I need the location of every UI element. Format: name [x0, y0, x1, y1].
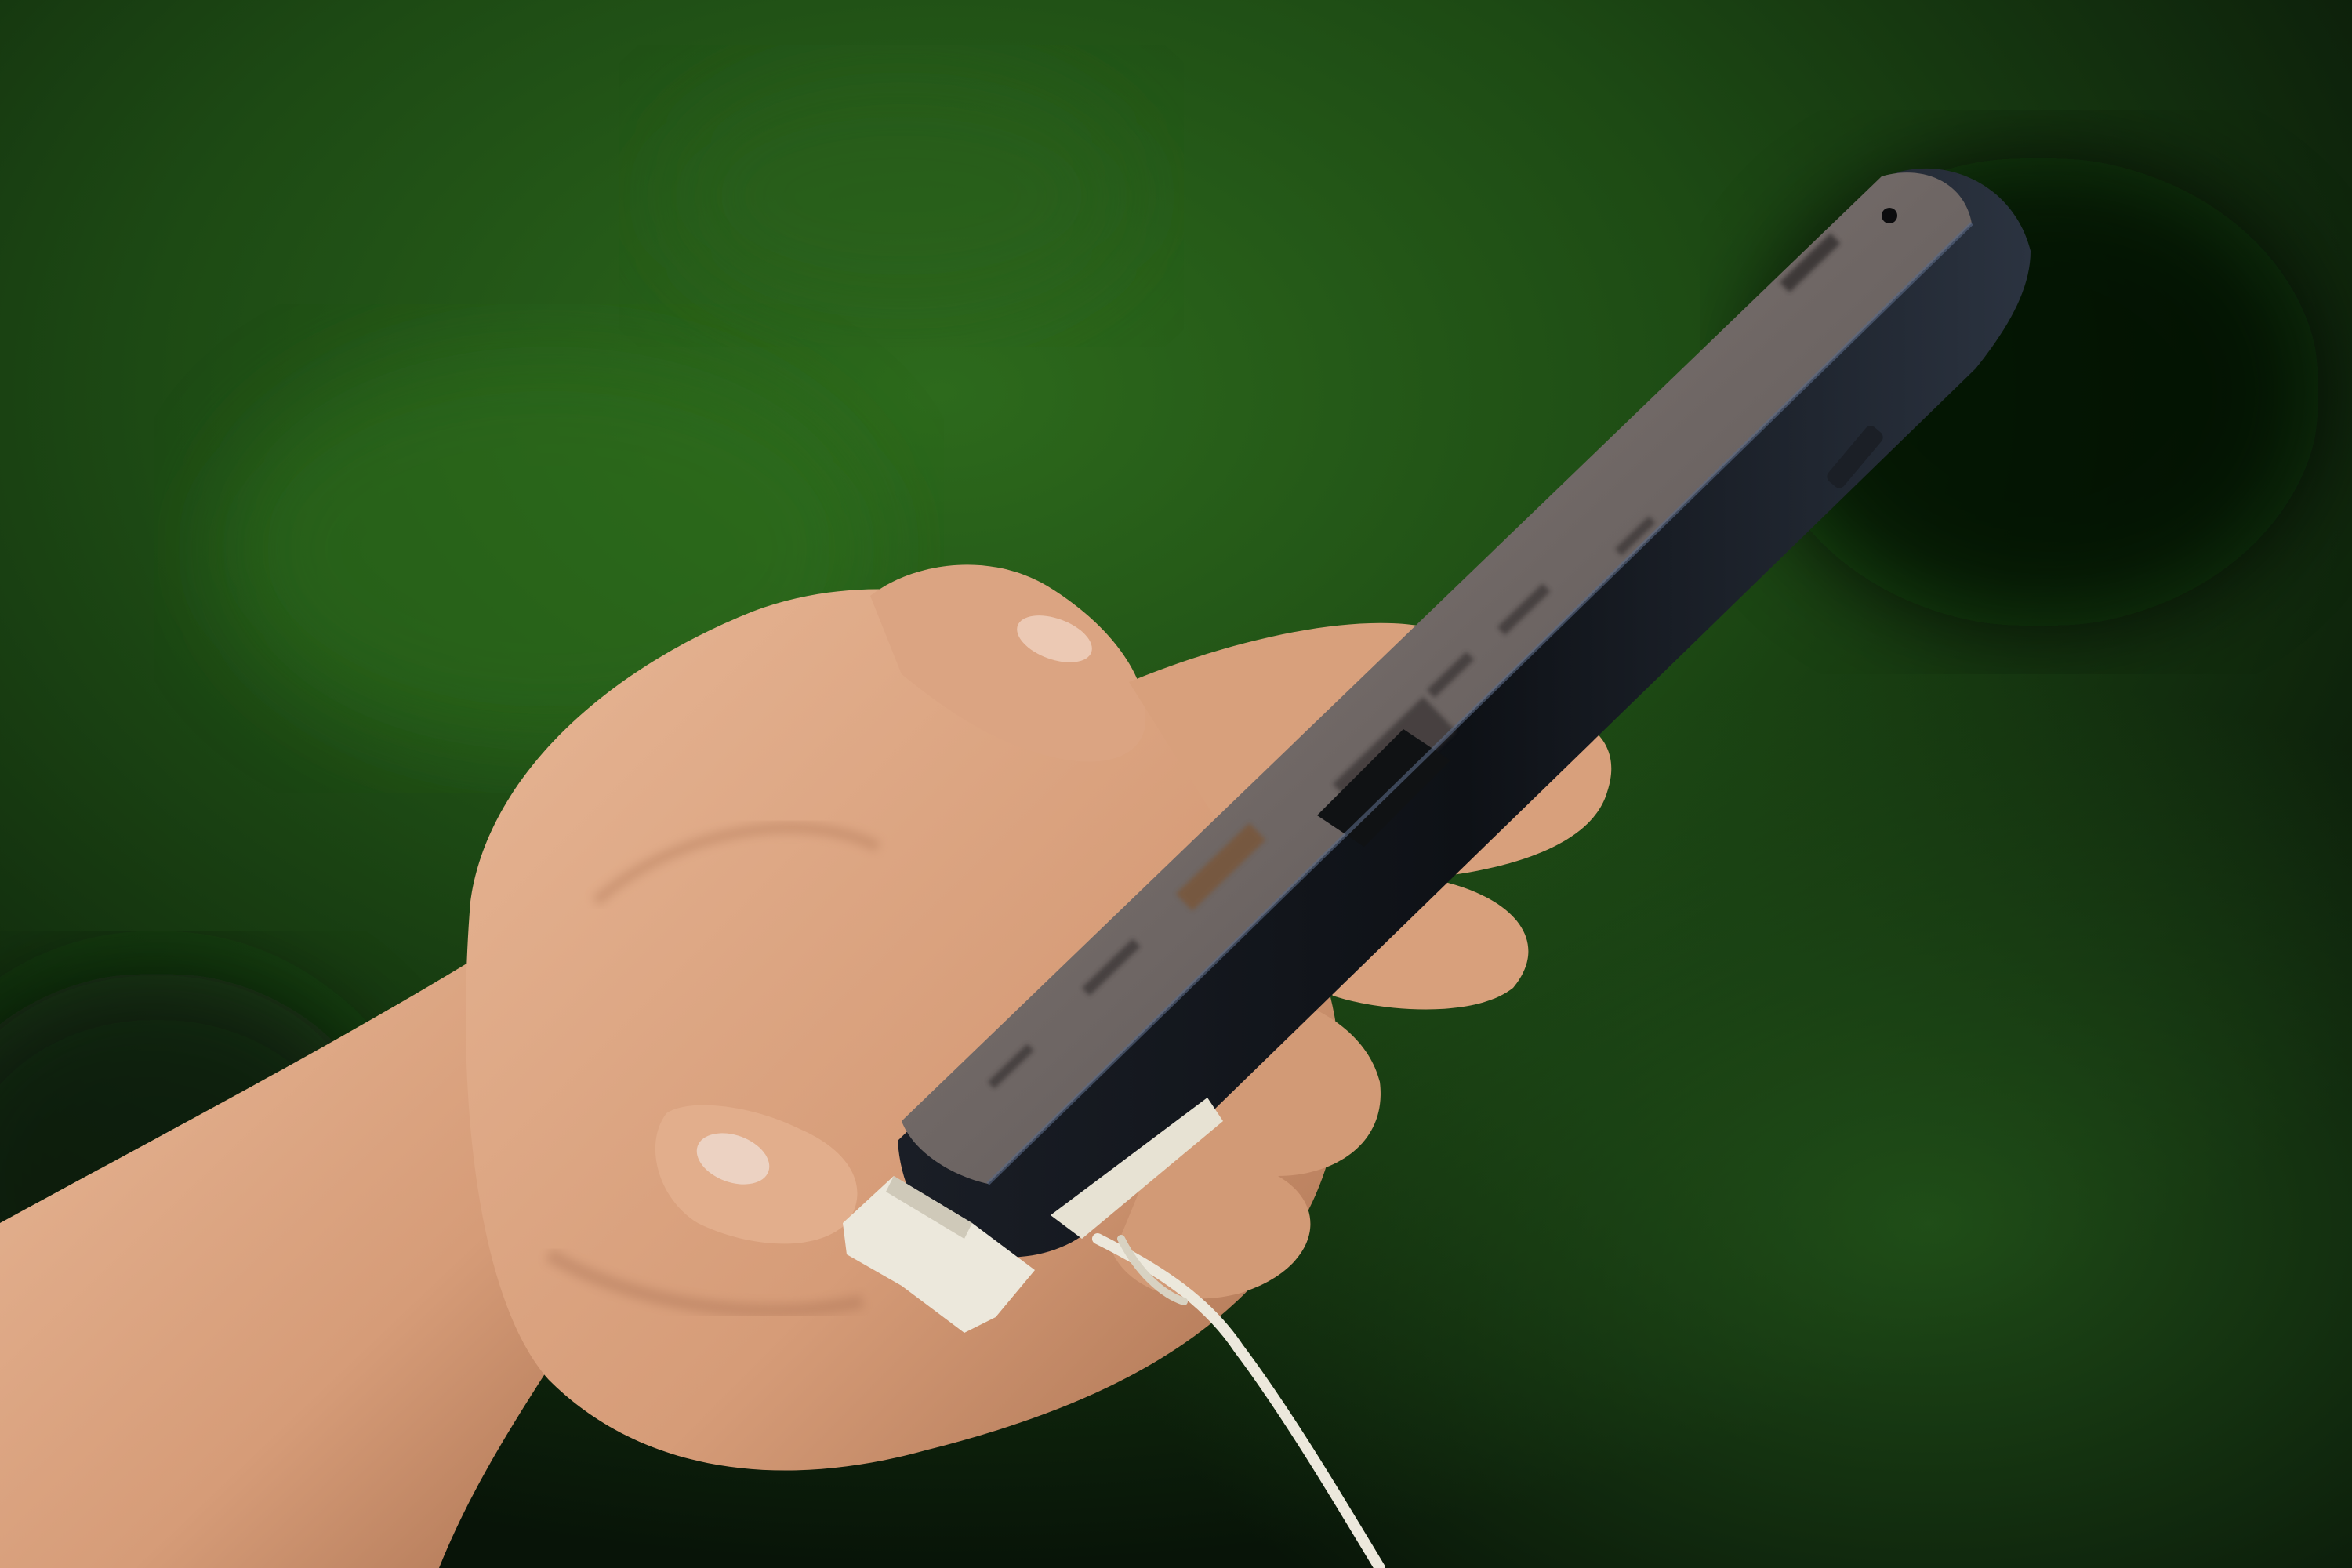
photo-scene	[0, 0, 2352, 1568]
front-camera	[1882, 208, 1897, 223]
